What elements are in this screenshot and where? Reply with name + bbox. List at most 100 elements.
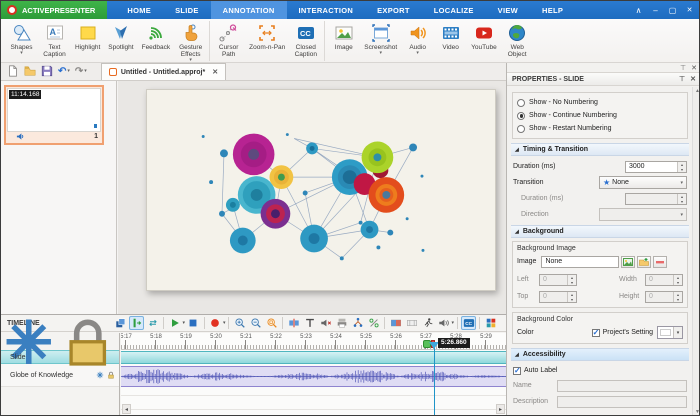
menu-tab-slide[interactable]: SLIDE [163, 1, 211, 19]
zoom-fit-button[interactable] [264, 316, 279, 330]
section-accessibility[interactable]: ◢ Accessibility [511, 348, 689, 361]
pane-grid-button[interactable] [483, 316, 498, 330]
effects-all-icon[interactable] [1, 314, 57, 370]
gesture-effects-button[interactable]: Gesture Effects▾ [174, 21, 207, 61]
radio-show-continue-numbering[interactable]: Show - Continue Numbering [517, 109, 683, 122]
menu-tab-help[interactable]: HELP [530, 1, 575, 19]
image-library-button[interactable] [621, 256, 635, 268]
section-timing-transition[interactable]: ◢ Timing & Transition [511, 143, 689, 156]
dock-pin-icon[interactable]: ⊤ [680, 64, 686, 72]
import-image-button[interactable] [637, 256, 651, 268]
slide-duration-bar[interactable] [121, 351, 506, 364]
lock-icon[interactable] [107, 371, 115, 379]
feedback-button[interactable]: Feedback [138, 21, 175, 61]
join-button[interactable] [302, 316, 317, 330]
closed-caption-button[interactable]: CCClosed Caption [289, 21, 322, 61]
scroll-up-icon[interactable]: ▲ [693, 87, 700, 96]
loop-button[interactable] [145, 316, 160, 330]
document-tab[interactable]: Untitled - Untitled.approj* ✕ [101, 63, 226, 80]
description-label: Description [513, 398, 557, 405]
caption-range-button[interactable] [388, 316, 403, 330]
new-document-button[interactable] [5, 64, 21, 78]
open-project-button[interactable] [22, 64, 38, 78]
youtube-button[interactable]: YouTube [467, 21, 501, 61]
dropdown-caret-icon[interactable]: ▾ [223, 320, 226, 326]
collapse-ribbon-button[interactable]: ∧ [631, 4, 646, 17]
save-project-button[interactable] [39, 64, 55, 78]
web-object-button[interactable]: Web Object [501, 21, 534, 61]
mute-button[interactable] [318, 316, 333, 330]
slide-thumbnail[interactable]: 11:14.168 1 [4, 85, 104, 145]
ruler-label: 5:29 [480, 334, 492, 340]
undo-button[interactable]: ↶▾ [56, 64, 72, 78]
toolbar-separator [479, 317, 480, 329]
gesture-effect-button[interactable] [420, 316, 435, 330]
cursor-path-button[interactable]: Cursor Path [212, 21, 245, 61]
play-button[interactable] [167, 316, 182, 330]
menu-tab-home[interactable]: HOME [115, 1, 163, 19]
properties-scrollbar[interactable]: ▲ ▼ [692, 87, 700, 416]
document-icon [109, 68, 117, 76]
tree-button[interactable] [350, 316, 365, 330]
remove-image-button[interactable] [653, 256, 667, 268]
record-button[interactable] [208, 316, 223, 330]
close-button[interactable]: ✕ [682, 4, 697, 17]
scroll-down-icon[interactable]: ▼ [693, 408, 700, 416]
closed-caption-button[interactable]: CC [461, 316, 476, 330]
playhead-line[interactable] [434, 344, 435, 416]
image-field[interactable]: None [541, 256, 619, 268]
frame-range-button[interactable] [404, 316, 419, 330]
timeline-tracks-area[interactable]: 5:175:185:195:205:215:225:235:245:255:26… [121, 333, 506, 416]
image-button[interactable]: Image [327, 21, 360, 61]
menu-tab-view[interactable]: VIEW [486, 1, 530, 19]
scroll-left-icon[interactable]: ◂ [122, 404, 131, 414]
playhead-mode-button[interactable] [129, 316, 144, 330]
auto-label-checkbox[interactable] [513, 367, 521, 375]
shapes-button[interactable]: Shapes▾ [5, 21, 38, 61]
dropdown-caret-icon[interactable]: ▾ [182, 320, 185, 326]
insert-time-button[interactable] [334, 316, 349, 330]
menu-tab-localize[interactable]: LOCALIZE [422, 1, 486, 19]
duration-spinner[interactable]: 3000 ▴▾ [625, 161, 687, 173]
zoom-n-pan-button[interactable]: Zoom-n-Pan [245, 21, 289, 61]
dropdown-caret-icon: ▾ [20, 51, 23, 56]
stop-button[interactable] [186, 316, 201, 330]
effects-icon[interactable] [96, 371, 104, 379]
maximize-button[interactable]: ▢ [665, 4, 680, 17]
cursor-path-icon [219, 23, 239, 43]
redo-button[interactable]: ↷▾ [73, 64, 89, 78]
text-caption-button[interactable]: AText Caption [38, 21, 71, 61]
minimize-button[interactable]: – [648, 4, 663, 17]
audio-waveform-bar[interactable] [121, 366, 506, 387]
audio-button[interactable]: Audio▾ [401, 21, 434, 61]
radio-show-restart-numbering[interactable]: Show - Restart Numbering [517, 122, 683, 135]
properties-pin-icon[interactable]: ⊤ [679, 75, 685, 83]
dock-close-icon[interactable]: ✕ [691, 64, 697, 72]
document-close-icon[interactable]: ✕ [212, 68, 218, 76]
transition-dropdown[interactable]: ★ None ▾ [599, 176, 687, 189]
radio-show-no-numbering[interactable]: Show - No Numbering [517, 96, 683, 109]
properties-close-icon[interactable]: ✕ [690, 75, 696, 83]
lock-all-icon[interactable] [60, 314, 116, 370]
project-setting-checkbox[interactable] [592, 329, 600, 337]
spinner-down-icon[interactable]: ▾ [678, 167, 686, 172]
spotlight-button[interactable]: Spotlight [104, 21, 137, 61]
split-button[interactable] [286, 316, 301, 330]
scroll-right-icon[interactable]: ▸ [496, 404, 505, 414]
volume-button[interactable] [436, 316, 451, 330]
video-button[interactable]: Video [434, 21, 467, 61]
activepresenter-menu-button[interactable]: ACTIVEPRESENTER [1, 1, 107, 19]
section-background[interactable]: ◢ Background [511, 225, 689, 238]
dropdown-caret-icon[interactable]: ▾ [451, 320, 454, 326]
background-color-swatch[interactable]: ▾ [657, 326, 683, 339]
zoom-out-button[interactable] [248, 316, 263, 330]
screenshot-button[interactable]: Screenshot▾ [360, 21, 401, 61]
menu-tab-interaction[interactable]: INTERACTION [287, 1, 366, 19]
pane-layout-button[interactable] [113, 316, 128, 330]
playback-speed-button[interactable] [366, 316, 381, 330]
menu-tab-export[interactable]: EXPORT [365, 1, 422, 19]
menu-tab-annotation[interactable]: ANNOTATION [211, 1, 287, 19]
slide-editing-area[interactable] [146, 89, 496, 291]
highlight-button[interactable]: Highlight [71, 21, 104, 61]
zoom-in-button[interactable] [232, 316, 247, 330]
